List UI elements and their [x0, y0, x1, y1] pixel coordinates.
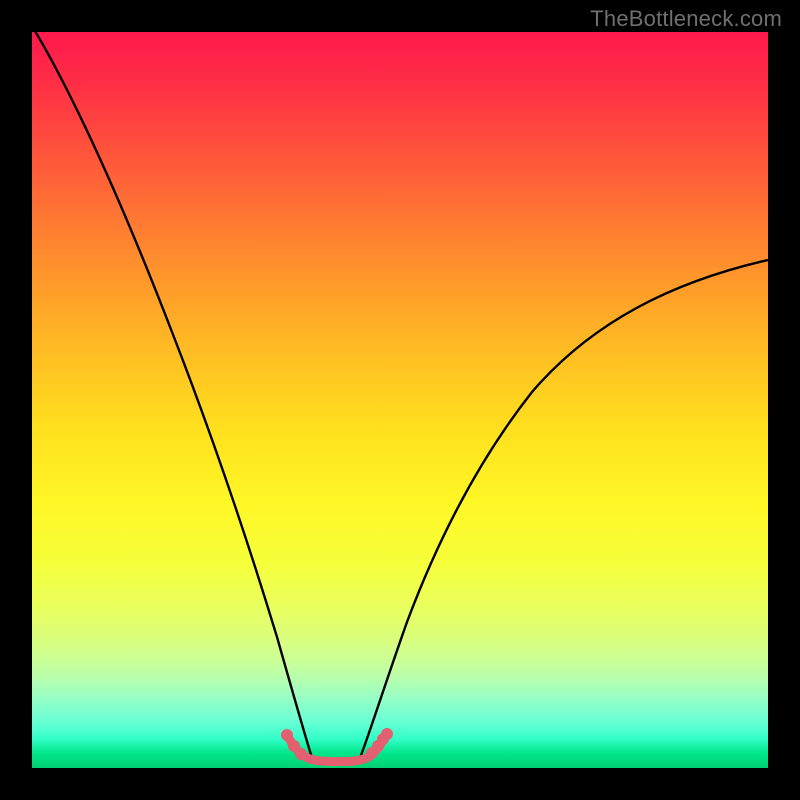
optimal-floor-markers: [281, 728, 393, 760]
plot-area: [32, 32, 768, 768]
watermark-text: TheBottleneck.com: [590, 6, 782, 32]
bottleneck-curve: [32, 32, 768, 768]
curve-right-branch: [360, 260, 768, 758]
chart-frame: TheBottleneck.com: [0, 0, 800, 800]
curve-left-branch: [32, 32, 312, 758]
